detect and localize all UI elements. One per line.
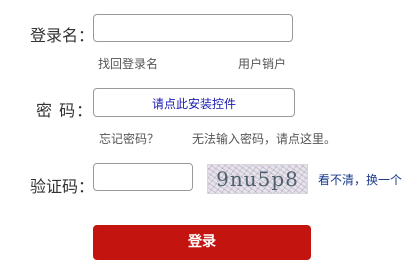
- captcha-image[interactable]: 9nu5p8: [207, 164, 308, 194]
- install-control-link[interactable]: 请点此安装控件: [94, 95, 294, 112]
- username-input[interactable]: [93, 14, 293, 42]
- captcha-input[interactable]: [93, 163, 193, 191]
- login-button[interactable]: 登录: [93, 225, 311, 260]
- password-input[interactable]: 请点此安装控件: [93, 88, 295, 117]
- refresh-captcha-link[interactable]: 看不清，换一个: [318, 171, 402, 188]
- login-form: 登录名： 找回登录名 用户销户 密 码： 请点此安装控件 忘记密码？ 无法输入密…: [0, 0, 419, 270]
- cannot-input-password-link[interactable]: 无法输入密码，请点这里。: [192, 130, 336, 147]
- find-username-link[interactable]: 找回登录名: [98, 55, 158, 72]
- username-label: 登录名：: [30, 26, 95, 45]
- forgot-password-link[interactable]: 忘记密码？: [99, 130, 159, 147]
- captcha-label: 验证码：: [30, 177, 95, 196]
- password-label: 密 码：: [36, 101, 94, 120]
- captcha-text: 9nu5p8: [216, 167, 299, 191]
- account-deregister-link[interactable]: 用户销户: [238, 55, 286, 72]
